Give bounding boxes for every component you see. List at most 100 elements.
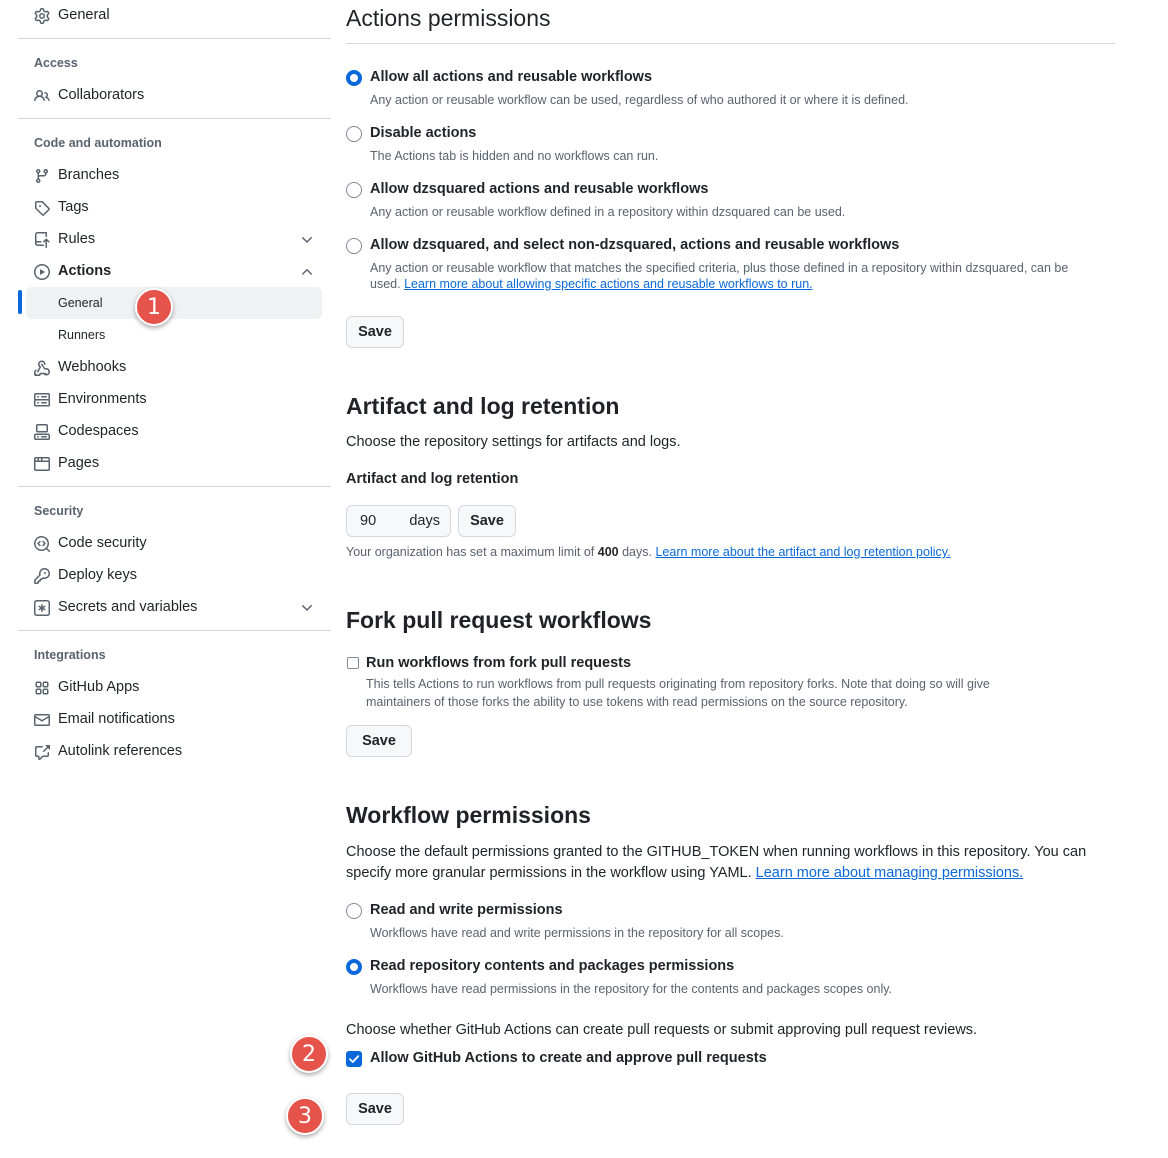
group-title-access: Access (34, 56, 78, 70)
sidebar-item-environments[interactable]: Environments (18, 384, 331, 416)
sidebar-item-branches[interactable]: Branches (18, 160, 331, 192)
divider (18, 38, 331, 39)
save-button[interactable]: Save (346, 725, 412, 757)
save-button[interactable]: Save (346, 316, 404, 348)
repo-push-icon (35, 232, 50, 248)
group-title-code-automation: Code and automation (34, 136, 162, 150)
checkbox-label: Run workflows from fork pull requests (366, 655, 632, 671)
server-icon (34, 393, 50, 407)
sidebar-subitem-runners[interactable]: Runners (26, 319, 322, 351)
section-intro: Choose the default permissions granted t… (346, 842, 1106, 884)
radio-button[interactable] (346, 903, 362, 919)
sidebar-item-label: General (58, 7, 110, 23)
section-heading-artifact-retention: Artifact and log retention (346, 393, 620, 419)
sidebar-subitem-label: General (58, 296, 103, 310)
radio-option-description: Any action or reusable workflow that mat… (370, 260, 1100, 292)
group-title-integrations: Integrations (34, 648, 106, 662)
section-intro: Choose the repository settings for artif… (346, 434, 681, 450)
chevron-up-icon[interactable] (299, 264, 315, 280)
radio-option-description: Any action or reusable workflow can be u… (370, 93, 909, 107)
sidebar-item-actions[interactable]: Actions (18, 256, 331, 288)
divider (18, 118, 331, 119)
radio-button[interactable] (346, 959, 362, 975)
retention-days-input[interactable]: 90 days (346, 505, 451, 537)
retention-note: Your organization has set a maximum limi… (346, 545, 951, 559)
radio-button[interactable] (346, 126, 362, 142)
sidebar-item-deploy-keys[interactable]: Deploy keys (18, 560, 331, 592)
apps-icon (35, 681, 49, 695)
sidebar-item-label: Email notifications (58, 711, 175, 727)
sidebar-item-label: Rules (58, 231, 96, 247)
sidebar-item-label: Tags (58, 199, 89, 215)
radio-option-description: Workflows have read and write permission… (370, 926, 784, 940)
sidebar-item-label: Secrets and variables (58, 599, 198, 615)
note-limit: 400 (597, 545, 619, 559)
sidebar-item-label: GitHub Apps (58, 679, 140, 695)
sidebar-item-general[interactable]: General (18, 0, 331, 32)
save-button[interactable]: Save (346, 1093, 404, 1125)
retention-days-value: 90 (360, 513, 377, 529)
note-prefix: Your organization has set a maximum limi… (346, 545, 595, 559)
annotation-marker-1: 1 (135, 288, 173, 326)
sidebar-item-tags[interactable]: Tags (18, 192, 331, 224)
fork-pr-checkbox[interactable] (347, 657, 359, 669)
radio-option-title: Disable actions (370, 125, 477, 141)
group-title-security: Security (34, 504, 84, 518)
annotation-marker-3: 3 (286, 1097, 324, 1135)
browser-icon (34, 457, 50, 471)
divider (346, 43, 1115, 44)
checkbox-label: Allow GitHub Actions to create and appro… (370, 1050, 767, 1066)
learn-more-link[interactable]: Learn more about allowing specific actio… (404, 277, 813, 291)
note-suffix: days. (622, 545, 652, 559)
section-heading-actions-permissions: Actions permissions (346, 5, 551, 31)
sidebar-item-label: Webhooks (58, 359, 127, 375)
sidebar-item-collaborators[interactable]: Collaborators (18, 80, 331, 112)
sidebar-item-webhooks[interactable]: Webhooks (18, 352, 331, 384)
sidebar-subitem-label: Runners (58, 328, 106, 342)
play-icon (34, 264, 50, 280)
radio-button[interactable] (346, 182, 362, 198)
git-branch-icon (35, 169, 48, 184)
key-icon (34, 568, 50, 584)
sidebar-item-label: Codespaces (58, 423, 139, 439)
sidebar-item-pages[interactable]: Pages (18, 448, 331, 480)
pr-question: Choose whether GitHub Actions can create… (346, 1022, 978, 1038)
sidebar-item-label: Pages (58, 455, 100, 471)
radio-option-description: The Actions tab is hidden and no workflo… (370, 149, 659, 163)
chevron-down-icon[interactable] (299, 232, 315, 248)
radio-button[interactable] (346, 238, 362, 254)
sidebar-item-email-notifications[interactable]: Email notifications (18, 704, 331, 736)
radio-option-title: Read and write permissions (370, 902, 563, 918)
cross-reference-icon (35, 745, 50, 760)
retention-policy-link[interactable]: Learn more about the artifact and log re… (655, 545, 950, 559)
radio-button[interactable] (346, 70, 362, 86)
webhook-icon (34, 360, 50, 376)
save-button[interactable]: Save (458, 505, 516, 537)
radio-option-description: Workflows have read permissions in the r… (370, 982, 893, 996)
sidebar-item-autolink-references[interactable]: Autolink references (18, 736, 331, 768)
divider (18, 486, 331, 487)
allow-pr-checkbox[interactable] (346, 1051, 362, 1067)
sidebar-item-code-security[interactable]: Code security (18, 528, 331, 560)
sidebar-subitem-general[interactable]: General (26, 287, 322, 319)
active-indicator (18, 290, 22, 314)
key-asterisk-icon (34, 600, 50, 616)
chevron-down-icon[interactable] (299, 600, 315, 616)
radio-option-title: Read repository contents and packages pe… (370, 958, 735, 974)
field-label: Artifact and log retention (346, 471, 519, 487)
people-icon (34, 89, 50, 102)
radio-option-title: Allow dzsquared actions and reusable wor… (370, 181, 709, 197)
sidebar-item-label: Collaborators (58, 87, 145, 103)
divider (18, 630, 331, 631)
retention-days-unit: days (409, 513, 440, 529)
codespaces-icon (34, 424, 50, 440)
sidebar-item-label: Code security (58, 535, 147, 551)
sidebar-item-secrets-variables[interactable]: Secrets and variables (18, 592, 331, 624)
codescan-icon (34, 536, 50, 552)
sidebar-item-codespaces[interactable]: Codespaces (18, 416, 331, 448)
sidebar-item-rules[interactable]: Rules (18, 224, 331, 256)
sidebar-item-github-apps[interactable]: GitHub Apps (18, 672, 331, 704)
managing-permissions-link[interactable]: Learn more about managing permissions. (756, 865, 1024, 881)
gear-icon (34, 8, 50, 24)
sidebar-item-label: Branches (58, 167, 120, 183)
